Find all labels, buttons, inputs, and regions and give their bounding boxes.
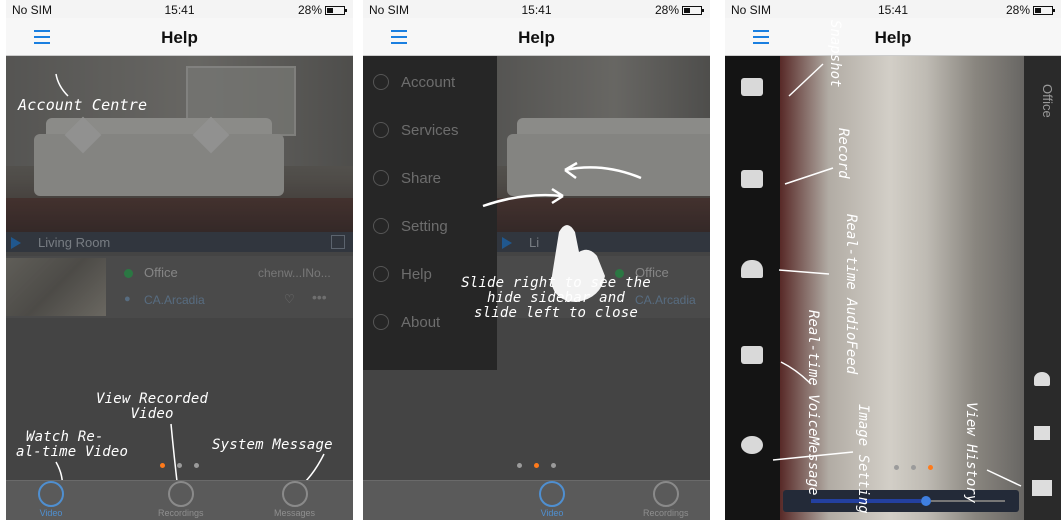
tab-recordings[interactable]: Recordings — [643, 481, 689, 518]
annotation-recorded: View Recorded Video — [96, 391, 209, 422]
battery-indicator: 28% — [654, 3, 704, 17]
film-reel-icon — [652, 481, 679, 507]
battery-percent: 28% — [1005, 3, 1030, 17]
nav-bar: Help — [6, 18, 353, 56]
help-screen-2: No SIM 15:41 28% Help Li Office CA.Arcad… — [363, 0, 710, 520]
annotation-image-setting: Image Setting — [855, 404, 871, 514]
annotation-audio: Real-time AudioFeed — [843, 214, 859, 375]
battery-icon — [325, 5, 347, 15]
record-icon[interactable] — [741, 170, 763, 188]
status-bar: No SIM 15:41 28% — [363, 0, 710, 18]
sidebar: Account Services Share Setting Help Abou… — [363, 56, 497, 370]
annotation-snapshot: Snapshot — [827, 20, 843, 88]
gear-icon — [373, 218, 389, 234]
battery-icon — [682, 5, 704, 15]
film-reel-icon — [167, 481, 194, 507]
heart-icon[interactable] — [1034, 372, 1050, 386]
annotation-message: System Message — [212, 437, 333, 453]
battery-percent: 28% — [297, 3, 322, 17]
tab-video[interactable]: Video — [539, 481, 565, 518]
side-column: Office — [1024, 56, 1061, 520]
device-name-vertical: Office — [1040, 84, 1055, 118]
battery-percent: 28% — [654, 3, 679, 17]
snapshot-icon[interactable] — [741, 78, 763, 96]
annotation-history: View History — [963, 402, 979, 504]
help-screen-3: No SIM 15:41 28% Help Office Snapshot Re… — [725, 0, 1061, 520]
page-title: Help — [518, 28, 555, 47]
control-column — [725, 56, 780, 520]
video-camera-icon — [38, 481, 64, 507]
status-bar: No SIM 15:41 28% — [725, 0, 1061, 18]
battery-indicator: 28% — [297, 3, 347, 17]
sidebar-item-account[interactable]: Account — [363, 58, 497, 106]
video-camera-icon — [539, 481, 565, 507]
help-screen-1: No SIM 15:41 28% Help Living Room Office… — [6, 0, 353, 520]
page-indicator — [6, 463, 353, 468]
annotation-realtime: Watch Re-al-time Video — [16, 429, 129, 460]
tab-video[interactable]: Video — [38, 481, 64, 518]
page-title: Help — [161, 28, 198, 47]
sidebar-item-services[interactable]: Services — [363, 106, 497, 154]
microphone-icon[interactable] — [741, 346, 763, 364]
services-icon — [373, 122, 389, 138]
annotation-slide: Slide right to see the hide sidebar and sl… — [461, 275, 651, 321]
status-bar: No SIM 15:41 28% — [6, 0, 353, 18]
sidebar-item-share[interactable]: Share — [363, 154, 497, 202]
page-title: Help — [874, 28, 912, 47]
user-icon — [373, 74, 389, 90]
tab-bar: Video Recordings — [363, 480, 710, 520]
tab-messages[interactable]: Messages — [274, 481, 315, 518]
battery-icon — [1033, 5, 1055, 15]
annotation-account: Account Centre — [18, 96, 148, 114]
share-icon[interactable] — [1034, 426, 1050, 440]
info-icon — [373, 314, 389, 330]
nav-bar: Help — [363, 18, 710, 56]
sidebar-item-setting[interactable]: Setting — [363, 202, 497, 250]
tab-bar: Video Recordings Messages — [6, 480, 353, 520]
timeline-knob[interactable] — [921, 496, 931, 506]
message-bubble-icon — [281, 481, 308, 507]
history-icon[interactable] — [1032, 480, 1052, 496]
speaker-icon[interactable] — [741, 260, 763, 278]
question-icon — [373, 266, 389, 282]
page-indicator — [765, 465, 1061, 470]
landscape-player: Office — [725, 56, 1061, 520]
gear-icon[interactable] — [741, 436, 763, 454]
annotation-record: Record — [835, 128, 851, 179]
battery-indicator: 28% — [1005, 3, 1055, 17]
nav-bar: Help — [725, 18, 1061, 56]
share-icon — [373, 170, 389, 186]
tab-recordings[interactable]: Recordings — [158, 481, 204, 518]
page-indicator — [363, 463, 710, 468]
